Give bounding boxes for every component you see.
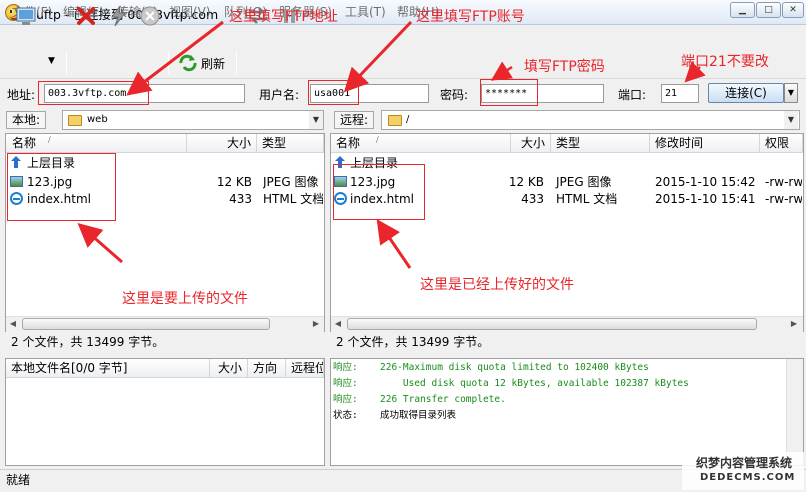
annotation-ftp-address: 这里填写FTP地址 <box>229 9 338 25</box>
annotation-arrows <box>77 20 706 269</box>
annotation-port: 端口21不要改 <box>681 54 769 70</box>
annotation-ftp-account: 这里填写FTP账号 <box>416 9 525 25</box>
annotation-ftp-password: 填写FTP密码 <box>524 59 605 75</box>
annotation-remote-files: 这里是已经上传好的文件 <box>420 277 574 293</box>
annotation-local-files: 这里是要上传的文件 <box>122 291 248 307</box>
